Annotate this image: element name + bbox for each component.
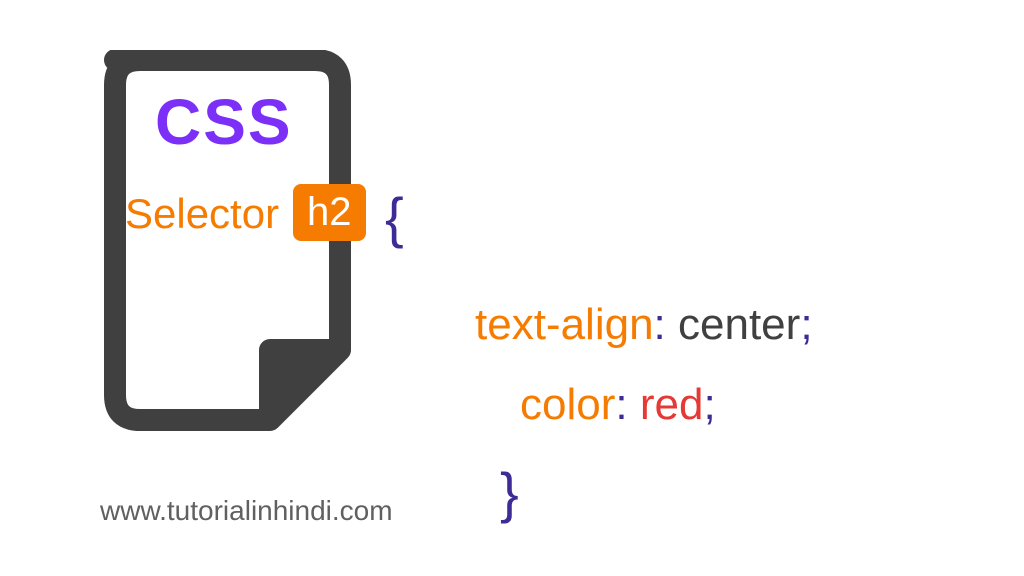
brace-close: } — [500, 460, 519, 525]
css-rule-2: color: red; — [520, 380, 716, 430]
website-url: www.tutorialinhindi.com — [100, 495, 393, 527]
css-rule-1: text-align: center; — [475, 300, 813, 350]
property-text-align: text-align — [475, 300, 654, 349]
selector-label: Selector — [125, 190, 279, 238]
colon-2: : — [615, 380, 627, 429]
property-color: color — [520, 380, 615, 429]
colon-1: : — [654, 300, 666, 349]
selector-badge: h2 — [293, 184, 366, 241]
brace-open: { — [385, 185, 404, 250]
value-center: center — [678, 300, 800, 349]
semicolon-2: ; — [703, 380, 715, 429]
css-title: CSS — [155, 85, 293, 159]
value-red: red — [640, 380, 704, 429]
semicolon-1: ; — [800, 300, 812, 349]
